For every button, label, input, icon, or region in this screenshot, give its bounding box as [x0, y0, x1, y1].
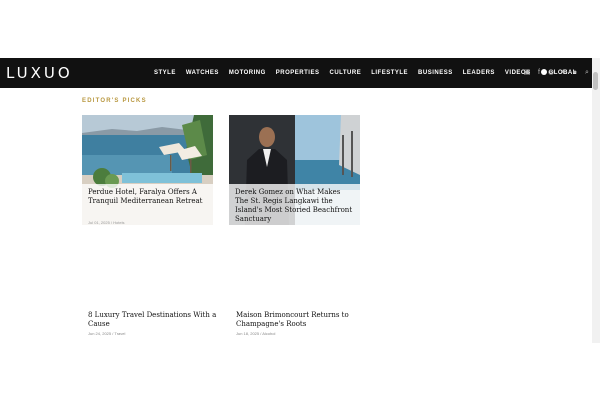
top-navbar: LUXUO STYLE WATCHES MOTORING PROPERTIES …: [0, 58, 592, 88]
search-icon[interactable]: ⌕: [583, 58, 591, 88]
menu-item-leaders[interactable]: LEADERS: [463, 58, 495, 88]
featured-title[interactable]: Perdue Hotel, Faralya Offers A Tranquil …: [88, 188, 207, 206]
featured-card-perdue-hotel[interactable]: Perdue Hotel, Faralya Offers A Tranquil …: [82, 115, 213, 225]
instagram-icon[interactable]: ◎: [547, 58, 555, 88]
menu-item-culture[interactable]: CULTURE: [329, 58, 361, 88]
featured-card-st-regis[interactable]: Derek Gomez on What Makes The St. Regis …: [229, 115, 360, 225]
menu-item-lifestyle[interactable]: LIFESTYLE: [371, 58, 408, 88]
menu-item-watches[interactable]: WATCHES: [186, 58, 219, 88]
social-links: ▣ f ◎ ✦ ● ⌕: [523, 58, 591, 88]
facebook-icon[interactable]: f: [535, 58, 543, 88]
linkedin-icon[interactable]: ▣: [523, 58, 531, 88]
featured-caption: Perdue Hotel, Faralya Offers A Tranquil …: [82, 184, 213, 225]
scrollbar[interactable]: [592, 58, 600, 343]
article-meta: Jun 18, 2025 / Alcohol: [236, 331, 276, 336]
menu-item-business[interactable]: BUSINESS: [418, 58, 453, 88]
article-meta: Jun 24, 2025 / Travel: [88, 331, 126, 336]
scrollbar-thumb[interactable]: [593, 72, 598, 90]
main-menu: STYLE WATCHES MOTORING PROPERTIES CULTUR…: [154, 58, 577, 88]
menu-item-motoring[interactable]: MOTORING: [229, 58, 266, 88]
site-logo[interactable]: LUXUO: [6, 63, 73, 83]
menu-item-style[interactable]: STYLE: [154, 58, 176, 88]
featured-caption: Derek Gomez on What Makes The St. Regis …: [229, 184, 360, 225]
menu-item-properties[interactable]: PROPERTIES: [276, 58, 320, 88]
article-title[interactable]: Maison Brimoncourt Returns to Champagne'…: [236, 311, 376, 329]
featured-title[interactable]: Derek Gomez on What Makes The St. Regis …: [235, 188, 354, 224]
pinterest-icon[interactable]: ●: [571, 58, 579, 88]
twitter-icon[interactable]: ✦: [559, 58, 567, 88]
featured-meta: Jul 01, 2025 / Hotels: [88, 220, 125, 225]
article-title[interactable]: 8 Luxury Travel Destinations With a Caus…: [88, 311, 228, 329]
section-title: EDITOR'S PICKS: [82, 98, 147, 104]
